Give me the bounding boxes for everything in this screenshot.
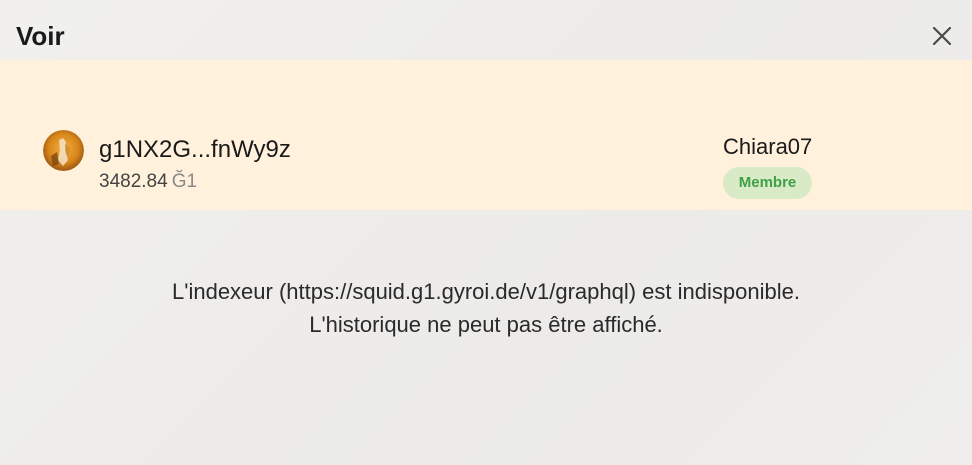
account-address[interactable]: g1NX2G...fnWy9z: [99, 135, 291, 165]
error-line-indexer: L'indexeur (https://squid.g1.gyroi.de/v1…: [172, 279, 800, 304]
error-line-history: L'historique ne peut pas être affiché.: [309, 312, 663, 337]
account-card: g1NX2G...fnWy9z 3482.84 Ğ1 Chiara07 Membr…: [0, 60, 972, 210]
history-error-message: L'indexeur (https://squid.g1.gyroi.de/v1…: [0, 275, 972, 341]
balance-value: 3482.84: [99, 171, 168, 192]
dialog-header: Voir: [0, 0, 972, 60]
account-username: Chiara07: [723, 134, 813, 159]
close-button[interactable]: [926, 20, 958, 52]
avatar[interactable]: [43, 130, 84, 171]
user-avatar-icon: [43, 130, 84, 171]
account-balance: 3482.84 Ğ1: [99, 170, 197, 194]
balance-unit: Ğ1: [171, 171, 198, 192]
dialog-title: Voir: [16, 21, 65, 51]
close-icon: [932, 26, 952, 46]
transaction-history-dialog: Voir g1NX2G...fnWy9z 3482.84 Ğ1 Chiara07…: [0, 0, 972, 465]
member-status-badge: Membre: [723, 167, 812, 199]
